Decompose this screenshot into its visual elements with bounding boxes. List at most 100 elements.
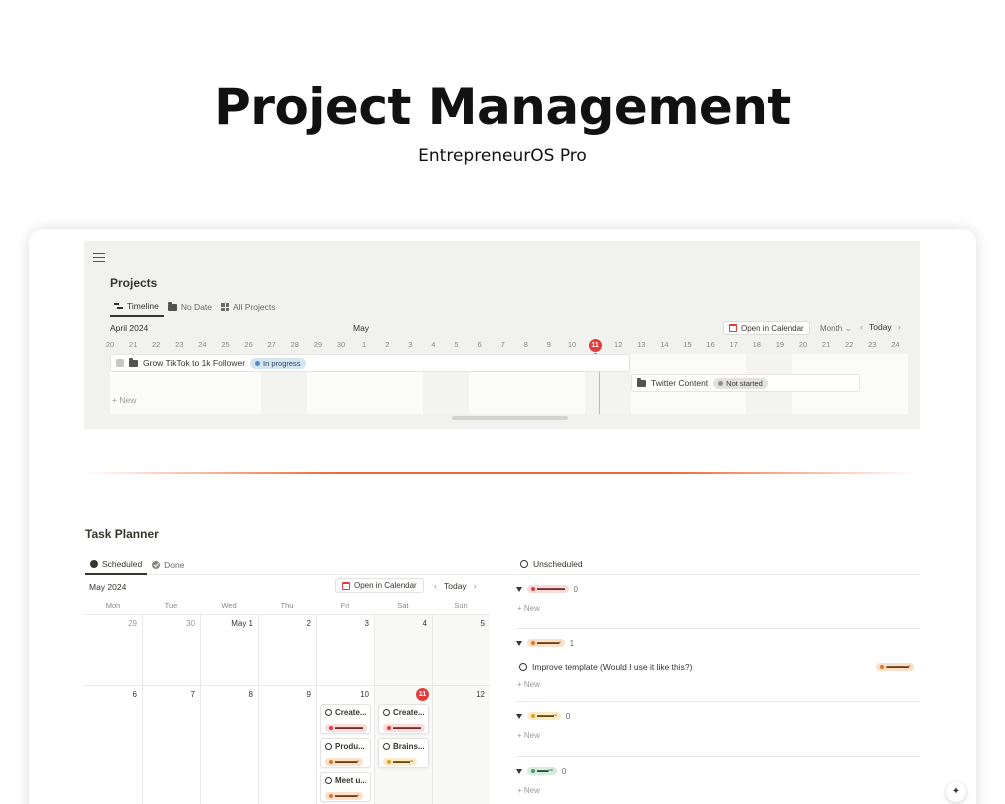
chevron-right-icon[interactable]: › (474, 581, 477, 591)
task-card[interactable]: Create... ▬▬▬▬▬ (378, 704, 429, 734)
timeline-body: Grow TikTok to 1k Follower In progress T… (110, 354, 908, 414)
priority-badge: ▬▬▬▫▫ (383, 758, 417, 766)
calendar-day[interactable]: 5 (432, 615, 490, 685)
timeline-item-twitter[interactable]: Twitter Content Not started (631, 374, 860, 392)
timeline-new-button[interactable]: + New (112, 395, 136, 405)
timeline-day: 25 (221, 340, 230, 349)
timeline-item-tiktok[interactable]: Grow TikTok to 1k Follower In progress (110, 354, 630, 372)
unscheduled-header[interactable]: Unscheduled (520, 554, 920, 575)
priority-badge: ▬▬▬▬▬ (325, 724, 367, 732)
grid-icon (221, 303, 229, 311)
timeline-day: 24 (891, 340, 900, 349)
calendar-day-today[interactable]: 11 Create... ▬▬▬▬▬ Brains... ▬▬▬▫▫ (374, 686, 432, 804)
priority-group: ▬▬▫▫▫ 0 + New (516, 764, 920, 795)
calendar-day[interactable]: May 1 (200, 615, 258, 685)
timeline-day: 15 (683, 340, 692, 349)
calendar-day[interactable]: 8 (200, 686, 258, 804)
group-divider (516, 628, 920, 629)
timeline-month-may: May (353, 323, 370, 333)
status-badge: Not started (713, 377, 768, 389)
tab-all-projects[interactable]: All Projects (217, 297, 281, 317)
task-circle-icon[interactable] (325, 743, 332, 750)
new-task-button[interactable]: + New (517, 680, 920, 689)
menu-icon[interactable] (93, 253, 105, 262)
task-card[interactable]: Produ... ▬▬▬▬▫ (320, 738, 371, 768)
timeline-day: 4 (431, 340, 436, 349)
new-task-button[interactable]: + New (517, 731, 920, 740)
new-task-button[interactable]: + New (517, 786, 920, 795)
timeline-day: 21 (128, 340, 138, 349)
calendar-day[interactable]: 6 (84, 686, 142, 804)
collapse-triangle-icon[interactable] (516, 713, 522, 719)
calendar-day[interactable]: 12 (432, 686, 490, 804)
calendar-week: 29 30 May 1 2 3 4 5 (84, 614, 490, 685)
open-in-calendar-button[interactable]: Open in Calendar (723, 321, 810, 335)
page-title: Project Management (214, 78, 791, 136)
calendar-month: May 2024 (89, 582, 127, 592)
chevron-right-icon[interactable]: › (898, 322, 901, 332)
timeline-day: 1 (362, 340, 367, 349)
priority-badge: ▬▬▫▫▫ (527, 767, 557, 775)
sparkle-icon[interactable]: ✦ (946, 782, 966, 802)
timeline-day: 6 (477, 340, 482, 349)
calendar-day[interactable]: 3 (316, 615, 374, 685)
calendar-nav: ‹ Today › (434, 581, 477, 591)
timeline-day: 2 (385, 340, 390, 349)
calendar-day[interactable]: 30 (142, 615, 200, 685)
priority-group: ▬▬▬▫▫ 0 + New (516, 709, 920, 740)
chevron-left-icon[interactable]: ‹ (860, 322, 863, 332)
timeline-day: 22 (845, 340, 854, 349)
timeline-nav: ‹ Today › (860, 322, 901, 332)
task-circle-icon[interactable] (325, 777, 332, 784)
timeline-range-select[interactable]: Month ⌄ (820, 323, 852, 334)
tab-no-date[interactable]: No Date (164, 297, 217, 317)
timeline-day: 19 (775, 340, 785, 349)
task-card[interactable]: Meet u... ▬▬▬▬▫ (320, 772, 371, 802)
calendar-day[interactable]: 7 (142, 686, 200, 804)
chevron-down-icon: ⌄ (844, 323, 853, 333)
new-task-button[interactable]: + New (517, 604, 920, 613)
timeline-day: 18 (752, 340, 761, 349)
group-divider (516, 756, 920, 757)
timeline-today-button[interactable]: Today (869, 322, 892, 332)
calendar-day[interactable]: 9 (258, 686, 316, 804)
collapse-triangle-icon[interactable] (516, 768, 522, 774)
task-circle-icon[interactable] (383, 743, 390, 750)
app-window: Projects Timeline No Date All Projects A… (29, 229, 976, 804)
timeline-day: 14 (660, 340, 669, 349)
calendar-week: 6 7 8 9 10 Create... ▬▬▬▬▬ Produ... ▬▬▬▬… (84, 685, 490, 804)
tab-done[interactable]: Done (147, 554, 189, 575)
calendar-grid: Mon Tue Wed Thu Fri Sat Sun 29 30 May 1 … (84, 597, 490, 804)
calendar-day[interactable]: 29 (84, 615, 142, 685)
unscheduled-task[interactable]: Improve template (Would I use it like th… (519, 660, 920, 674)
collapse-triangle-icon[interactable] (516, 586, 522, 592)
timeline-day: 21 (821, 340, 831, 349)
task-circle-icon[interactable] (325, 709, 332, 716)
task-circle-icon[interactable] (383, 709, 390, 716)
timeline-day: 9 (546, 340, 551, 349)
expand-icon[interactable] (116, 359, 124, 367)
calendar-today-button[interactable]: Today (444, 581, 467, 591)
timeline-day: 20 (798, 340, 808, 349)
page-subtitle: EntrepreneurOS Pro (418, 146, 587, 166)
task-card[interactable]: Create... ▬▬▬▬▬ (320, 704, 371, 734)
collapse-triangle-icon[interactable] (516, 640, 522, 646)
calendar-day[interactable]: 2 (258, 615, 316, 685)
timeline-day: 29 (313, 340, 323, 349)
tab-timeline[interactable]: Timeline (110, 297, 164, 317)
task-circle-icon[interactable] (519, 663, 527, 671)
calendar-day[interactable]: 10 Create... ▬▬▬▬▬ Produ... ▬▬▬▬▫ Meet u… (316, 686, 374, 804)
calendar-icon (729, 324, 737, 332)
circle-icon (520, 560, 528, 568)
projects-tabs: Timeline No Date All Projects (110, 297, 281, 317)
projects-title: Projects (110, 276, 158, 290)
tab-scheduled[interactable]: Scheduled (85, 554, 148, 575)
priority-badge: ▬▬▬▬▫ (325, 758, 363, 766)
chevron-left-icon[interactable]: ‹ (434, 581, 437, 591)
task-card[interactable]: Brains... ▬▬▬▫▫ (378, 738, 429, 768)
calendar-day[interactable]: 4 (374, 615, 432, 685)
open-in-calendar-button[interactable]: Open in Calendar (335, 578, 424, 593)
horizontal-scrollbar[interactable] (452, 416, 568, 420)
timeline-day: 30 (336, 340, 346, 349)
folder-icon (129, 358, 138, 367)
